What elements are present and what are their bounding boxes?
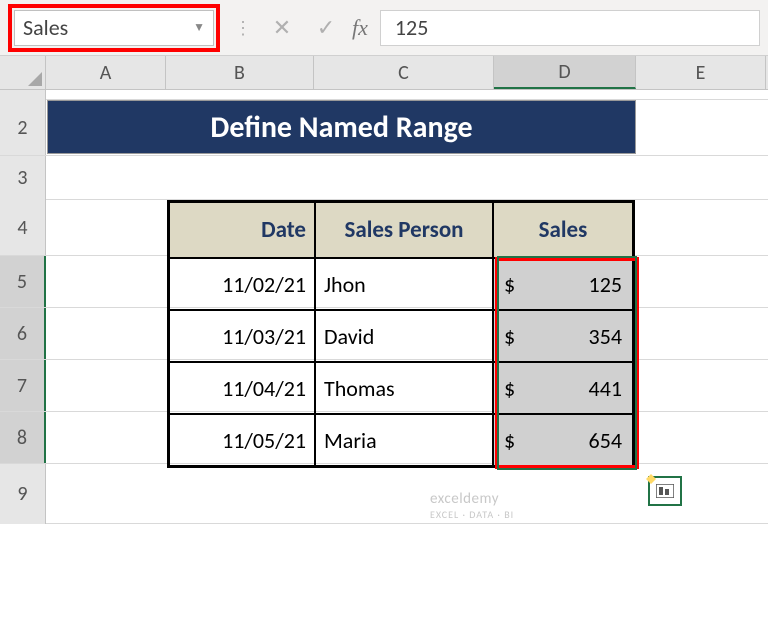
chevron-down-icon[interactable]: ▼	[193, 20, 205, 35]
table-header-row: Date Sales Person Sales	[169, 202, 633, 258]
separator-icon: ⋮	[234, 17, 252, 39]
watermark: exceldemy EXCEL · DATA · BI	[430, 490, 514, 521]
cell-sales[interactable]: $125	[493, 258, 633, 310]
currency: $	[504, 375, 515, 402]
row-header-6[interactable]: 6	[0, 308, 46, 359]
col-header-C[interactable]: C	[314, 56, 494, 89]
amount: 441	[589, 375, 622, 402]
row-header-7[interactable]: 7	[0, 360, 46, 411]
watermark-sub: EXCEL · DATA · BI	[430, 508, 514, 521]
currency: $	[504, 323, 515, 350]
select-all-corner[interactable]	[0, 56, 46, 89]
header-date[interactable]: Date	[169, 202, 315, 258]
cell-person[interactable]: Thomas	[315, 362, 493, 414]
table-row: 11/02/21 Jhon $125	[169, 258, 633, 310]
col-header-B[interactable]: B	[166, 56, 314, 89]
col-header-A[interactable]: A	[46, 56, 166, 89]
amount: 125	[589, 271, 622, 298]
formula-bar: Sales ▼ ⋮ ✕ ✓ fx 125	[0, 0, 768, 56]
formula-input[interactable]: 125	[380, 10, 760, 46]
name-box-highlight: Sales ▼	[8, 4, 220, 52]
cell-date[interactable]: 11/04/21	[169, 362, 315, 414]
cell-date[interactable]: 11/03/21	[169, 310, 315, 362]
row-header-3[interactable]: 3	[0, 156, 46, 200]
cell-person[interactable]: Maria	[315, 414, 493, 466]
name-box-value: Sales	[23, 14, 68, 41]
data-table: Date Sales Person Sales 11/02/21 Jhon $1…	[167, 200, 635, 468]
table-row: 11/04/21 Thomas $441	[169, 362, 633, 414]
title-banner: Define Named Range	[47, 100, 636, 154]
row-header-4[interactable]: 4	[0, 200, 46, 255]
row-2: 2 Define Named Range	[0, 100, 768, 156]
quick-analysis-button[interactable]	[648, 476, 682, 506]
cell-date[interactable]: 11/05/21	[169, 414, 315, 466]
cell-sales[interactable]: $654	[493, 414, 633, 466]
table-row: 11/03/21 David $354	[169, 310, 633, 362]
cell-person[interactable]: Jhon	[315, 258, 493, 310]
amount: 654	[589, 427, 622, 454]
fx-icon[interactable]: fx	[352, 15, 368, 41]
row-header-2[interactable]: 2	[0, 100, 46, 155]
data-region: 4 5 6 7 8 9 Date Sales Person Sales	[0, 200, 768, 524]
table-row: 11/05/21 Maria $654	[169, 414, 633, 466]
row-header-9[interactable]: 9	[0, 464, 46, 524]
col-header-D[interactable]: D	[494, 56, 636, 89]
column-headers: A B C D E	[0, 56, 768, 90]
quick-analysis-icon	[656, 484, 674, 498]
cell-date[interactable]: 11/02/21	[169, 258, 315, 310]
header-person[interactable]: Sales Person	[315, 202, 493, 258]
row-spacer	[0, 90, 768, 100]
enter-formula-button[interactable]: ✓	[304, 10, 348, 46]
name-box[interactable]: Sales ▼	[14, 10, 214, 46]
row-3: 3	[0, 156, 768, 200]
amount: 354	[589, 323, 622, 350]
watermark-main: exceldemy	[430, 490, 514, 508]
currency: $	[504, 271, 515, 298]
row-header-blank	[0, 90, 46, 100]
cell-sales[interactable]: $441	[493, 362, 633, 414]
currency: $	[504, 427, 515, 454]
grid-rows: 2 Define Named Range 3 4 5 6 7 8 9	[0, 90, 768, 524]
cancel-formula-button[interactable]: ✕	[260, 10, 304, 46]
formula-value: 125	[395, 14, 428, 41]
row-header-5[interactable]: 5	[0, 256, 46, 307]
cell-person[interactable]: David	[315, 310, 493, 362]
header-sales[interactable]: Sales	[493, 202, 633, 258]
col-header-E[interactable]: E	[636, 56, 766, 89]
row-header-8[interactable]: 8	[0, 412, 46, 463]
cell-sales[interactable]: $354	[493, 310, 633, 362]
spreadsheet-grid: A B C D E 2 Define Named Range 3 4 5 6	[0, 56, 768, 524]
